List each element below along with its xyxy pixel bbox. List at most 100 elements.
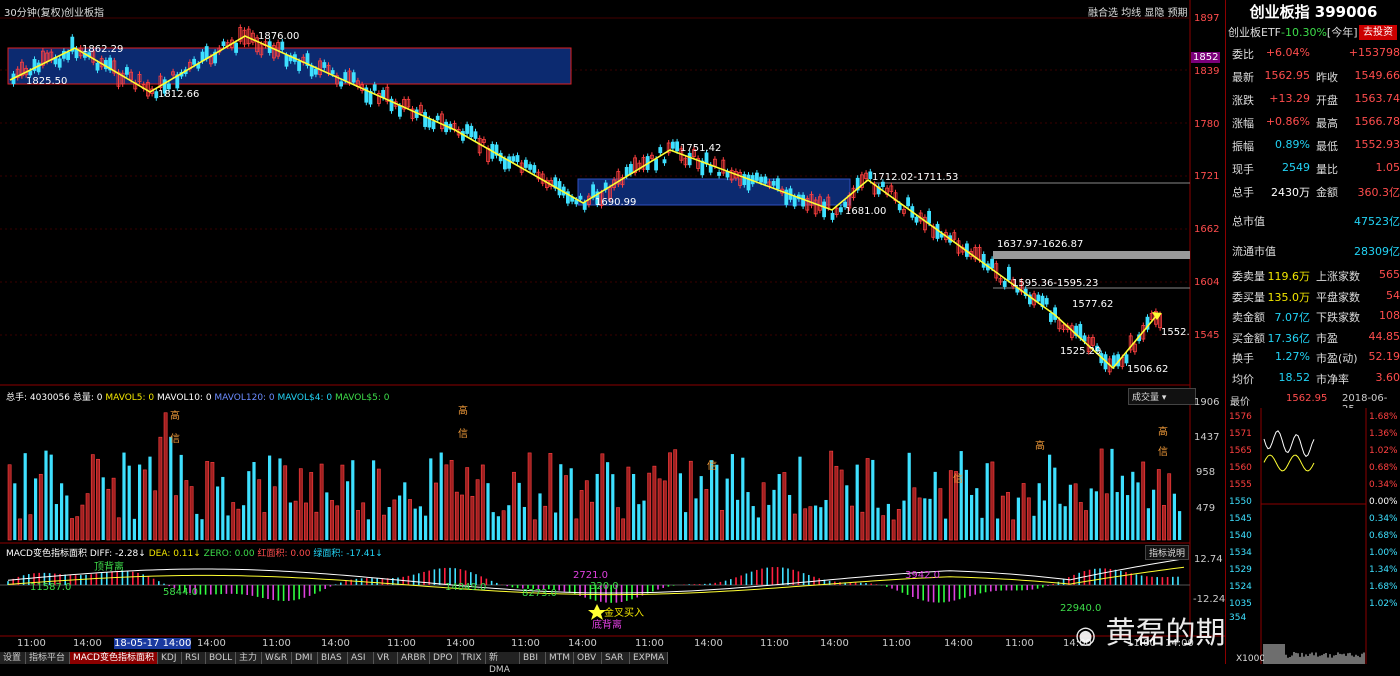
volume-bar [533, 520, 536, 540]
indicator-tab[interactable]: SAR [602, 652, 630, 664]
cap-value: 28309亿 [1354, 243, 1400, 259]
candle-body [760, 177, 763, 182]
quote-label-2: 量比 [1316, 161, 1338, 177]
volume-bar [939, 489, 942, 540]
volume-bar [440, 453, 443, 540]
volume-bar [720, 510, 723, 540]
volume-bar [164, 413, 167, 540]
quote-value-2: +153798 [1349, 46, 1400, 59]
volume-bar [159, 437, 162, 540]
candle-body [432, 122, 435, 129]
volume-item: MAVOL$5: 0 [335, 393, 390, 403]
indicator-tab[interactable]: 主力 [236, 652, 262, 664]
indicator-tab[interactable]: KDJ [158, 652, 182, 664]
macd-value-label: 2721.0 [573, 570, 608, 581]
candle-body [512, 157, 515, 161]
indicator-tab[interactable]: BBI [520, 652, 546, 664]
candle-body [663, 160, 666, 163]
time-tick: 11:00 [262, 638, 291, 649]
indicator-tab[interactable]: W&R [262, 652, 292, 664]
volume-bar [1017, 498, 1020, 540]
volume-bar [1147, 508, 1150, 540]
macd-red-area: 红面积: 0.00 [258, 549, 311, 559]
volume-bar [211, 462, 214, 540]
mini-tick: 0.34% [1369, 480, 1398, 490]
quote-value: +6.04% [1266, 46, 1310, 59]
indicator-tab[interactable]: 设置 [0, 652, 26, 664]
volume-bar [897, 509, 900, 540]
volume-bar [876, 508, 879, 540]
tool-toggle[interactable]: 显隐 [1144, 8, 1164, 19]
volume-bar [809, 507, 812, 540]
invest-button[interactable]: 去投资 [1359, 25, 1397, 40]
indicator-tab[interactable]: BIAS [318, 652, 348, 664]
volume-mark: 高 [458, 402, 468, 417]
volume-bar [798, 457, 801, 540]
candle-body [655, 159, 658, 170]
quote-row: 均价18.52市净率3.60 [1230, 371, 1400, 391]
candle-body [428, 119, 431, 127]
quote-label-2: 市盈 [1316, 330, 1338, 346]
indicator-tab[interactable]: 新DMA [486, 652, 520, 664]
volume-bar [258, 480, 261, 540]
candle-body [470, 126, 473, 136]
volume-bar [710, 460, 713, 540]
candle-body [831, 213, 834, 219]
indicator-tab[interactable]: DMI [292, 652, 318, 664]
quote-value: 1562.95 [1265, 69, 1311, 82]
indicator-tab[interactable]: MTM [546, 652, 574, 664]
volume-bar [1006, 492, 1009, 540]
intraday-mini-chart[interactable]: 1576157115651560155515501545154015341529… [1226, 408, 1400, 664]
indicator-tab[interactable]: ARBR [398, 652, 430, 664]
cap-label: 流通市值 [1232, 243, 1276, 259]
indicator-tab[interactable]: DPO [430, 652, 458, 664]
macd-tick: 12.74 [1194, 554, 1223, 565]
indicator-dropdown[interactable]: 成交量 ▾ [1128, 388, 1196, 405]
volume-bar [1001, 496, 1004, 540]
indicator-tab[interactable]: MACD变色指标面积 [70, 652, 158, 664]
price-tick: 1839 [1194, 66, 1219, 77]
volume-mark: 信 [953, 470, 963, 485]
macd-dea: DEA: 0.11↓ [149, 549, 201, 559]
etf-period: [今年] [1327, 26, 1358, 39]
indicator-tab[interactable]: BOLL [206, 652, 236, 664]
chart-tools[interactable]: 融合选 均线 显隐 预期 [1088, 4, 1188, 19]
quote-label-2: 平盘家数 [1316, 289, 1360, 305]
indicator-tab[interactable]: RSI [182, 652, 206, 664]
indicator-tab[interactable]: VR [374, 652, 398, 664]
indicator-tab[interactable]: OBV [574, 652, 602, 664]
tool-forecast[interactable]: 预期 [1168, 8, 1188, 19]
time-axis: 11:00 14:00 18-05-17 14:00 14:00 11:00 1… [0, 638, 1190, 650]
vol-tick: 479 [1196, 503, 1215, 514]
quote-value: 135.0万 [1268, 289, 1311, 305]
candle-body [776, 179, 779, 189]
candle-body [676, 142, 679, 151]
tool-ma[interactable]: 均线 [1121, 8, 1141, 19]
quote-value: +0.86% [1266, 115, 1310, 128]
price-annotation: 1862.29 [82, 44, 123, 55]
quote-label-2: 最高 [1316, 115, 1338, 131]
volume-bar [538, 493, 541, 540]
candle-body [323, 63, 326, 68]
volume-bar [278, 458, 281, 540]
indicator-tab[interactable]: EXPMA [630, 652, 668, 664]
indicator-tab[interactable]: TRIX [458, 652, 486, 664]
price-annotation: 1637.97-1626.87 [997, 239, 1083, 250]
volume-bar [1121, 476, 1124, 540]
indicator-tab[interactable]: 指标平台 [26, 652, 70, 664]
indicator-tab[interactable]: ASI [348, 652, 374, 664]
volume-bar [148, 457, 151, 540]
volume-bar [627, 467, 630, 540]
volume-bar [70, 518, 73, 540]
volume-bar [476, 480, 479, 540]
volume-item: MAVOL5: 0 [105, 393, 154, 403]
volume-bar [284, 466, 287, 540]
chart-area[interactable]: 30分钟(复权) 创业板指 融合选 均线 显隐 预期 1897 1852 183… [0, 0, 1225, 664]
candle-body [503, 159, 506, 169]
quote-row: 最新1562.95昨收1549.66 [1230, 69, 1400, 89]
candle-body [1125, 355, 1128, 363]
indicator-help-button[interactable]: 指标说明 [1145, 545, 1189, 560]
volume-bar [1058, 504, 1061, 540]
volume-bar [445, 465, 448, 540]
tool-fuse[interactable]: 融合选 [1088, 8, 1118, 19]
